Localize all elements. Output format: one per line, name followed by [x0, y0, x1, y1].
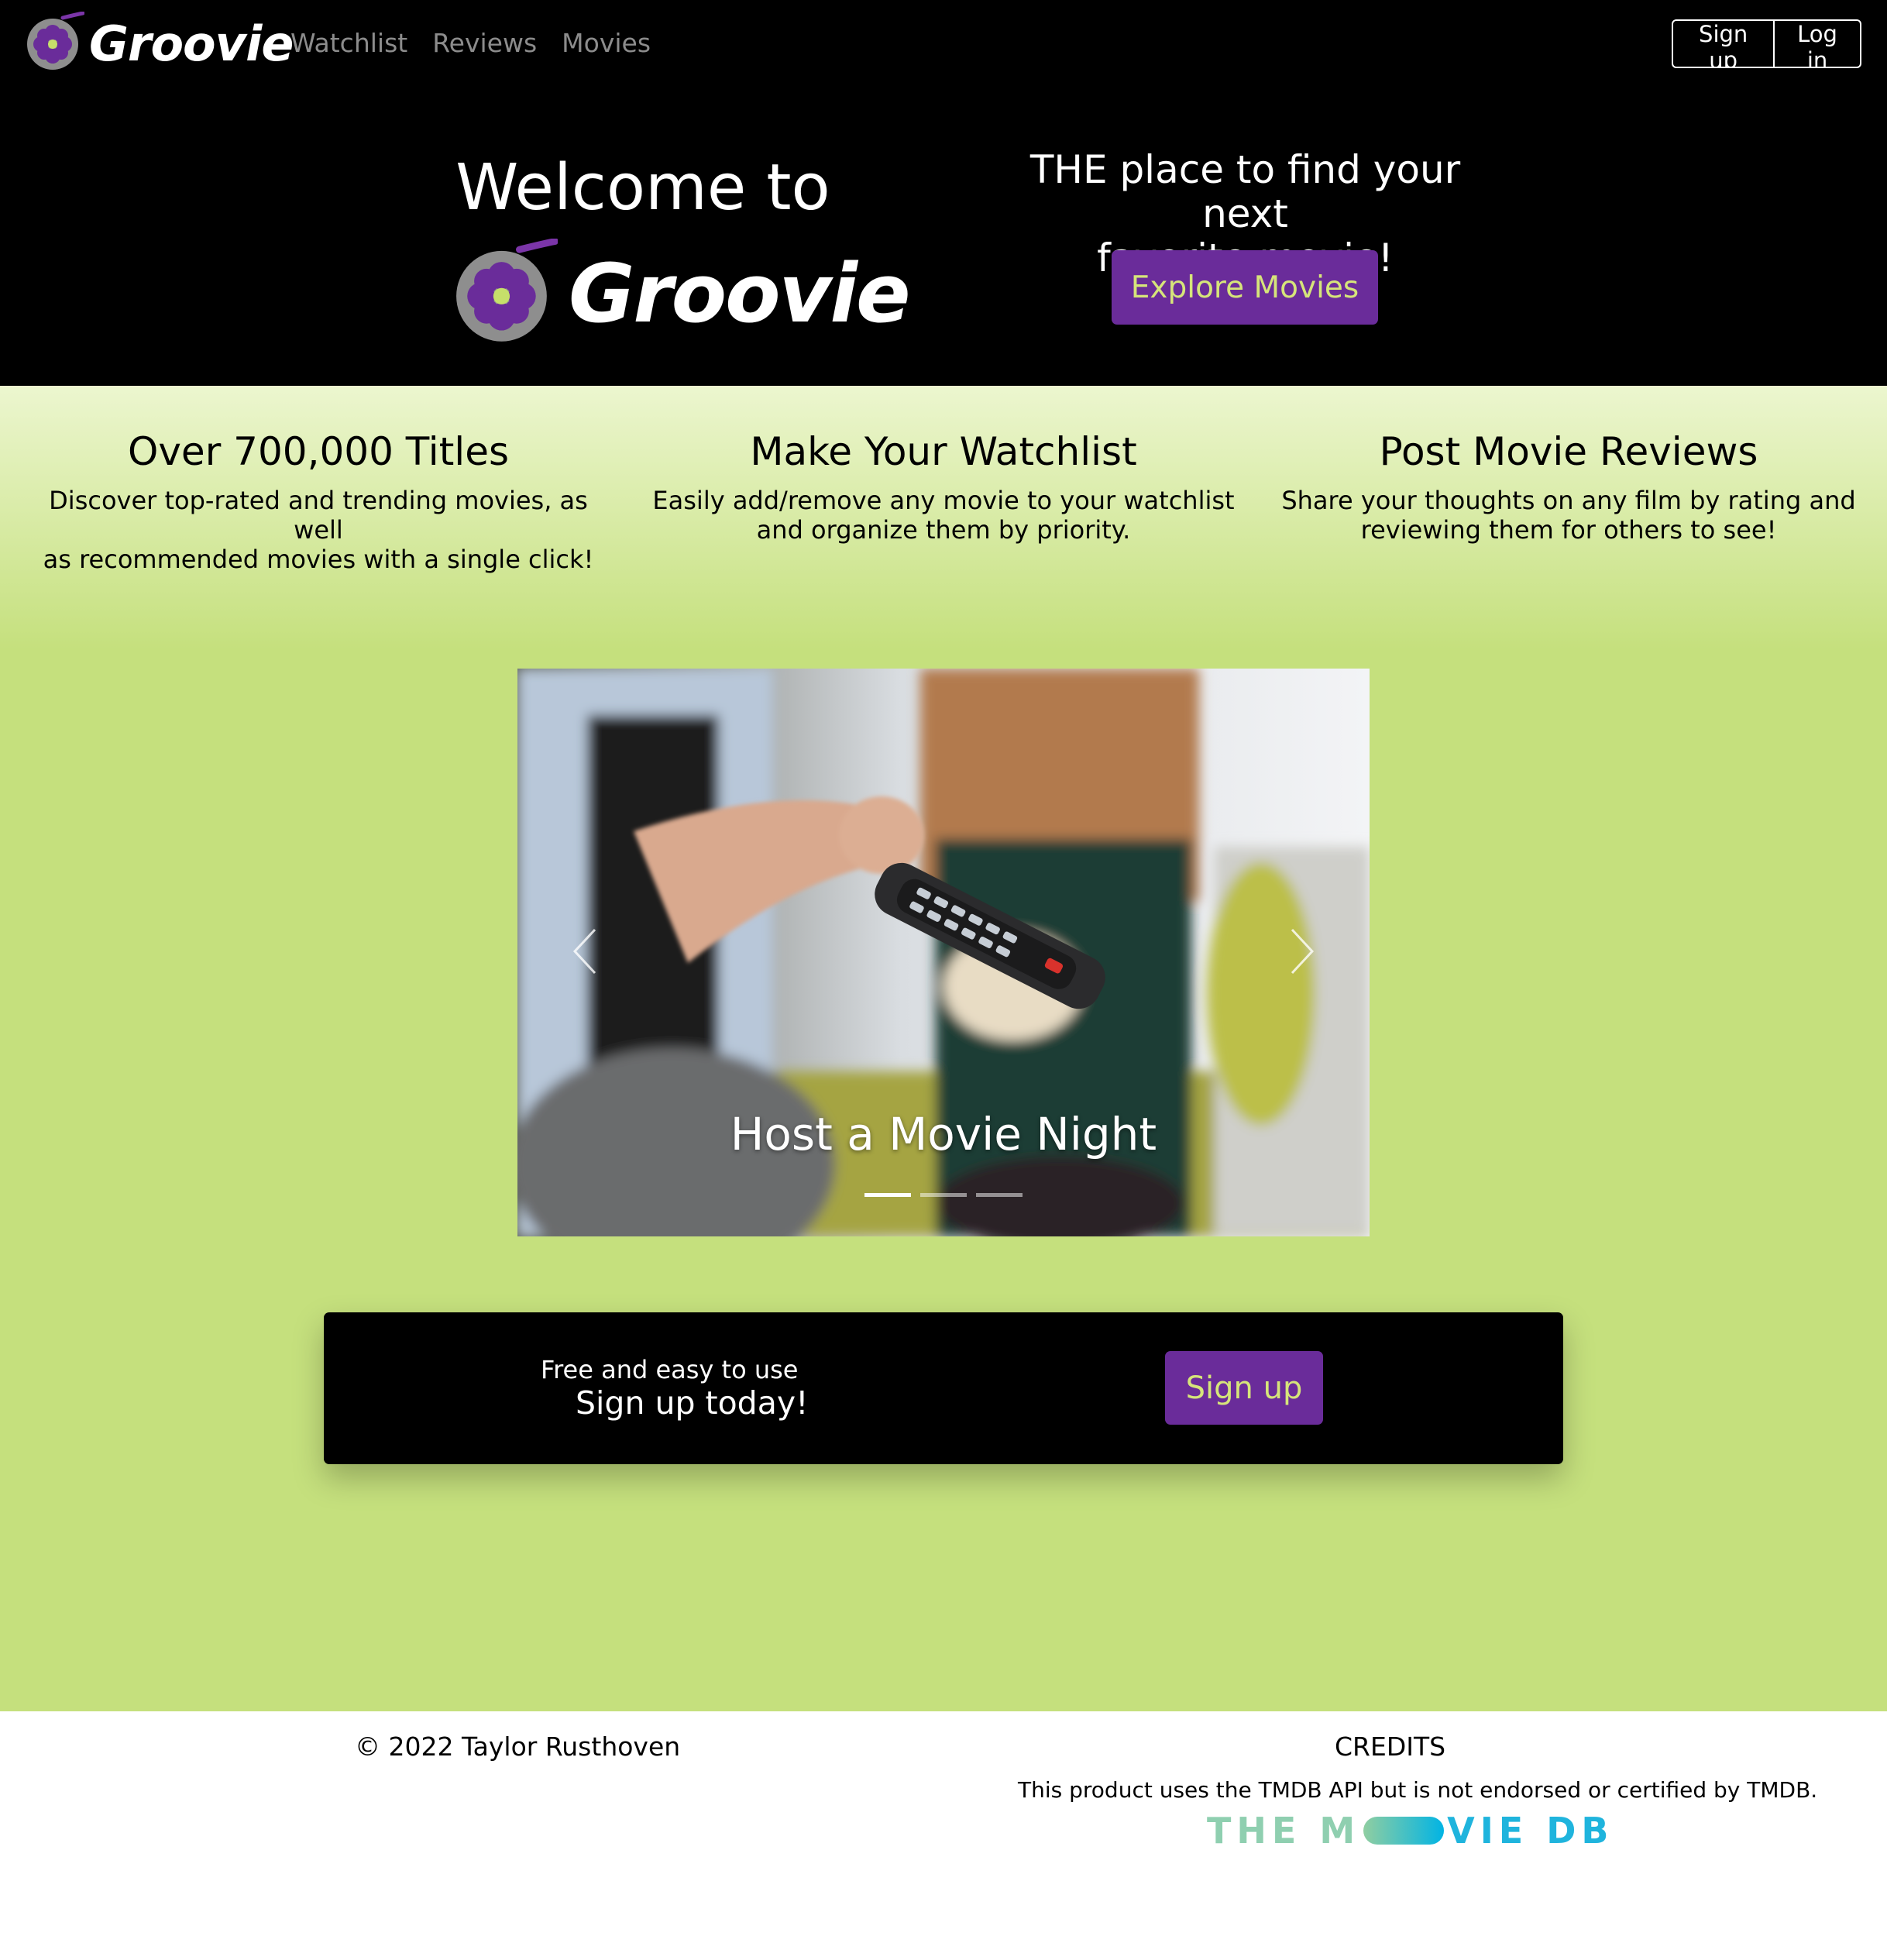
- signup-cta-panel: Free and easy to use Sign up today! Sign…: [324, 1312, 1563, 1464]
- tmdb-pill-icon: [1363, 1817, 1445, 1845]
- nav-link-movies[interactable]: Movies: [562, 25, 651, 62]
- carousel-indicator[interactable]: [920, 1193, 967, 1197]
- feature-title: Make Your Watchlist: [750, 429, 1137, 474]
- chevron-right-icon: [1291, 928, 1315, 975]
- carousel-next-control[interactable]: [1277, 920, 1323, 982]
- hero-welcome-block: Welcome to: [449, 150, 837, 227]
- feature-description-line2: and organize them by priority.: [756, 515, 1131, 545]
- feature-description-line1: Discover top-rated and trending movies, …: [49, 486, 588, 545]
- brand-name: Groovie: [89, 15, 294, 72]
- explore-movies-button[interactable]: Explore Movies: [1112, 250, 1378, 325]
- login-button[interactable]: Log in: [1775, 21, 1860, 67]
- cta-title: Sign up today!: [576, 1384, 809, 1422]
- feature-description-line1: Share your thoughts on any film by ratin…: [1281, 486, 1856, 515]
- main-content: Over 700,000 Titles Discover top-rated a…: [0, 386, 1887, 1711]
- cta-signup-button[interactable]: Sign up: [1165, 1351, 1323, 1425]
- hero-welcome-text: Welcome to: [455, 151, 830, 225]
- feature-description-line1: Easily add/remove any movie to your watc…: [652, 486, 1235, 515]
- groovie-logo-icon: [451, 238, 559, 349]
- hero-section: Welcome to Groovie THE place to find you…: [0, 88, 1887, 386]
- signup-button[interactable]: Sign up: [1673, 21, 1773, 67]
- navbar: Groovie Watchlist Reviews Movies Sign up…: [0, 0, 1887, 88]
- carousel-indicator[interactable]: [976, 1193, 1023, 1197]
- copyright-text: © 2022 Taylor Rusthoven: [355, 1731, 681, 1762]
- carousel-caption: Host a Movie Night: [730, 1108, 1157, 1161]
- feature-watchlist: Make Your Watchlist Easily add/remove an…: [649, 428, 1238, 545]
- chevron-left-icon: [572, 928, 596, 975]
- footer: © 2022 Taylor Rusthoven CREDITS This pro…: [0, 1711, 1887, 1960]
- main-nav: Watchlist Reviews Movies: [290, 25, 651, 62]
- brand-link[interactable]: Groovie: [24, 11, 294, 75]
- feature-title: Over 700,000 Titles: [127, 429, 510, 474]
- tmdb-logo[interactable]: THE M VIE DB: [1207, 1807, 1614, 1854]
- feature-description-line2: reviewing them for others to see!: [1360, 515, 1777, 545]
- groovie-logo-icon: [24, 11, 85, 75]
- carousel-prev-control[interactable]: [564, 920, 610, 982]
- cta-subtitle: Free and easy to use: [541, 1355, 799, 1384]
- auth-button-group: Sign up Log in: [1672, 19, 1861, 68]
- credits-text: This product uses the TMDB API but is no…: [1018, 1777, 1818, 1803]
- feature-reviews: Post Movie Reviews Share your thoughts o…: [1274, 428, 1863, 545]
- carousel-indicator[interactable]: [864, 1193, 911, 1197]
- feature-description-line2: as recommended movies with a single clic…: [43, 545, 594, 574]
- hero-brand-name: Groovie: [569, 246, 911, 341]
- tmdb-logo-text-right: VIE DB: [1447, 1810, 1614, 1852]
- feature-title: Post Movie Reviews: [1379, 429, 1758, 474]
- tmdb-logo-text-left: THE M: [1207, 1810, 1361, 1852]
- nav-link-reviews[interactable]: Reviews: [432, 25, 537, 62]
- credits-title: CREDITS: [1335, 1731, 1446, 1762]
- feature-titles: Over 700,000 Titles Discover top-rated a…: [24, 428, 613, 574]
- hero-tagline-line1: THE place to find your next: [1029, 147, 1461, 236]
- image-carousel[interactable]: Host a Movie Night: [517, 669, 1370, 1236]
- hero-brand-logo: Groovie: [451, 238, 911, 349]
- nav-link-watchlist[interactable]: Watchlist: [290, 25, 407, 62]
- carousel-indicators: [517, 1193, 1370, 1197]
